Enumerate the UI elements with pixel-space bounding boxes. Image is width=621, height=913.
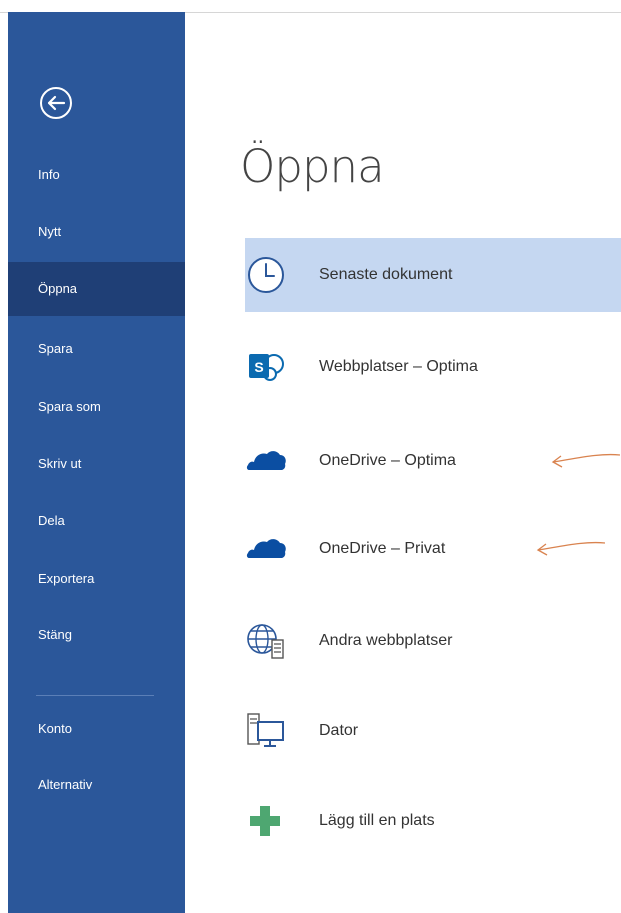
sidebar-item-spara-som[interactable]: Spara som [8, 380, 185, 434]
sidebar-item-stang[interactable]: Stäng [8, 608, 185, 662]
location-label: OneDrive – Optima [319, 452, 456, 469]
location-label: Dator [319, 722, 359, 739]
sidebar-item-konto[interactable]: Konto [8, 702, 185, 756]
sidebar-item-skriv-ut[interactable]: Skriv ut [8, 437, 185, 491]
sidebar-item-alternativ[interactable]: Alternativ [8, 758, 185, 812]
onedrive-icon [246, 539, 286, 558]
sidebar-item-dela[interactable]: Dela [8, 494, 185, 548]
location-other-sites[interactable]: Andra webbplatser [245, 604, 621, 678]
sidebar-item-exportera[interactable]: Exportera [8, 552, 185, 606]
onedrive-icon [246, 451, 286, 470]
sidebar-item-spara[interactable]: Spara [8, 322, 185, 376]
sidebar-item-nytt[interactable]: Nytt [8, 205, 185, 259]
sidebar-item-oppna[interactable]: Öppna [8, 262, 185, 316]
sharepoint-icon: S [249, 354, 284, 381]
location-label: Lägg till en plats [319, 812, 435, 829]
location-computer[interactable]: Dator [245, 694, 621, 768]
plus-icon [250, 806, 280, 836]
svg-text:S: S [254, 359, 263, 375]
computer-icon [247, 713, 284, 747]
globe-icon [247, 624, 284, 659]
location-add-place[interactable]: Lägg till en plats [245, 784, 621, 858]
location-recent-documents[interactable]: Senaste dokument [245, 238, 621, 312]
location-label: Webbplatser – Optima [319, 358, 478, 375]
backstage-sidebar: Info Nytt Öppna Spara Spara som Skriv ut… [8, 12, 185, 913]
clock-icon [248, 257, 284, 293]
annotation-arrow-icon [551, 453, 620, 468]
location-label: Senaste dokument [319, 266, 453, 283]
annotation-arrow-icon [536, 541, 605, 556]
sidebar-divider [36, 695, 154, 696]
location-label: OneDrive – Privat [319, 540, 446, 557]
back-arrow-icon[interactable] [39, 86, 73, 120]
location-label: Andra webbplatser [319, 632, 453, 649]
location-sharepoint-sites[interactable]: S Webbplatser – Optima [245, 330, 621, 404]
page-title: Öppna [240, 140, 385, 193]
sidebar-item-info[interactable]: Info [8, 148, 185, 202]
